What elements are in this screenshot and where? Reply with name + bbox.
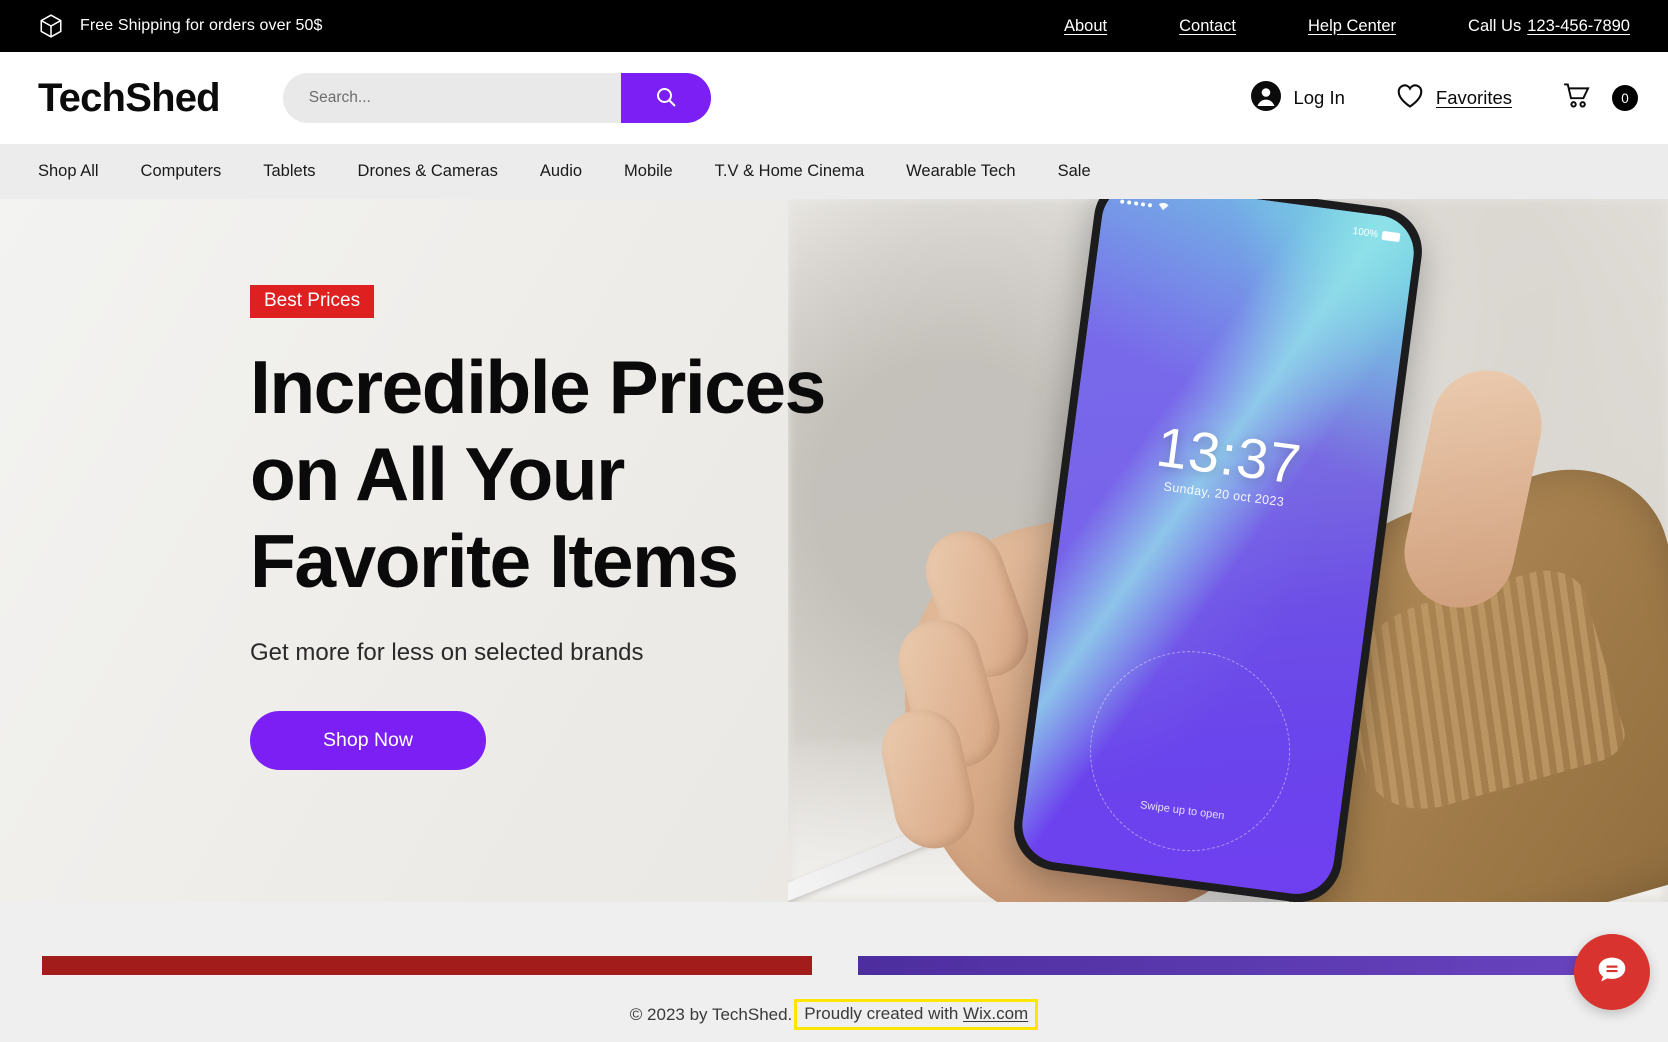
- wix-attribution-prefix: Proudly created with: [804, 1004, 959, 1023]
- footer-section: © 2023 by TechShed. Proudly created with…: [0, 902, 1668, 1042]
- login-button[interactable]: Log In: [1250, 80, 1345, 117]
- promo-bar: Free Shipping for orders over 50$ About …: [0, 0, 1668, 52]
- site-header: TechShed Log In: [0, 52, 1668, 144]
- footer-bar-red: [42, 956, 812, 975]
- promo-link-help-center[interactable]: Help Center: [1308, 17, 1396, 36]
- hero-banner: 100% 13:37 Sunday, 20 oct 2023 Swipe up …: [0, 199, 1668, 902]
- shopping-cart-icon: [1562, 82, 1592, 114]
- promo-message: Free Shipping for orders over 50$: [0, 13, 323, 39]
- nav-item-wearable-tech[interactable]: Wearable Tech: [906, 162, 1015, 181]
- footer-bars: [0, 902, 1668, 975]
- phone-link[interactable]: 123-456-7890: [1527, 17, 1630, 35]
- copyright-text: © 2023 by TechShed.: [629, 1004, 793, 1024]
- chat-bubble-icon: [1593, 951, 1631, 994]
- nav-item-computers[interactable]: Computers: [141, 162, 222, 181]
- nav-item-audio[interactable]: Audio: [540, 162, 582, 181]
- hero-content: Best Prices Incredible Prices on All You…: [250, 199, 890, 770]
- wix-link[interactable]: Wix.com: [963, 1004, 1028, 1023]
- footer-bar-purple: [858, 956, 1628, 975]
- call-us: Call Us 123-456-7890: [1468, 17, 1630, 36]
- wix-attribution: Proudly created with Wix.com: [794, 999, 1039, 1030]
- heart-icon: [1395, 82, 1425, 114]
- shop-now-button[interactable]: Shop Now: [250, 711, 486, 770]
- hero-image: 100% 13:37 Sunday, 20 oct 2023 Swipe up …: [788, 199, 1668, 902]
- battery-icon: [1381, 230, 1401, 243]
- hero-title: Incredible Prices on All Your Favorite I…: [250, 345, 826, 603]
- favorites-button[interactable]: Favorites: [1395, 82, 1512, 114]
- search-button[interactable]: [620, 73, 711, 123]
- hero-badge: Best Prices: [250, 285, 375, 318]
- search-icon: [654, 85, 678, 112]
- nav-item-mobile[interactable]: Mobile: [624, 162, 673, 181]
- site-logo[interactable]: TechShed: [0, 76, 221, 121]
- promo-links: About Contact Help Center Call Us 123-456…: [992, 0, 1630, 52]
- search-bar: [282, 73, 711, 123]
- hero-subtitle: Get more for less on selected brands: [250, 639, 644, 666]
- chat-widget-button[interactable]: [1574, 934, 1650, 1010]
- favorites-label: Favorites: [1435, 87, 1512, 108]
- promo-link-about[interactable]: About: [1064, 17, 1107, 36]
- nav-item-shop-all[interactable]: Shop All: [38, 162, 99, 181]
- nav-item-drones-cameras[interactable]: Drones & Cameras: [358, 162, 498, 181]
- package-icon: [38, 13, 64, 39]
- header-actions: Log In Favorites 0: [1200, 52, 1638, 144]
- copyright-line: © 2023 by TechShed. Proudly created with…: [0, 999, 1668, 1030]
- cart-count-badge: 0: [1612, 85, 1638, 111]
- cart-button[interactable]: 0: [1562, 82, 1638, 114]
- nav-item-sale[interactable]: Sale: [1058, 162, 1091, 181]
- login-label: Log In: [1293, 87, 1345, 108]
- call-us-label: Call Us: [1468, 16, 1522, 35]
- category-nav: Shop All Computers Tablets Drones & Came…: [0, 144, 1668, 199]
- promo-text: Free Shipping for orders over 50$: [80, 17, 323, 34]
- user-avatar-icon: [1250, 80, 1282, 117]
- promo-link-contact[interactable]: Contact: [1179, 17, 1236, 36]
- nav-item-tv-home-cinema[interactable]: T.V & Home Cinema: [715, 162, 864, 181]
- nav-item-tablets[interactable]: Tablets: [263, 162, 315, 181]
